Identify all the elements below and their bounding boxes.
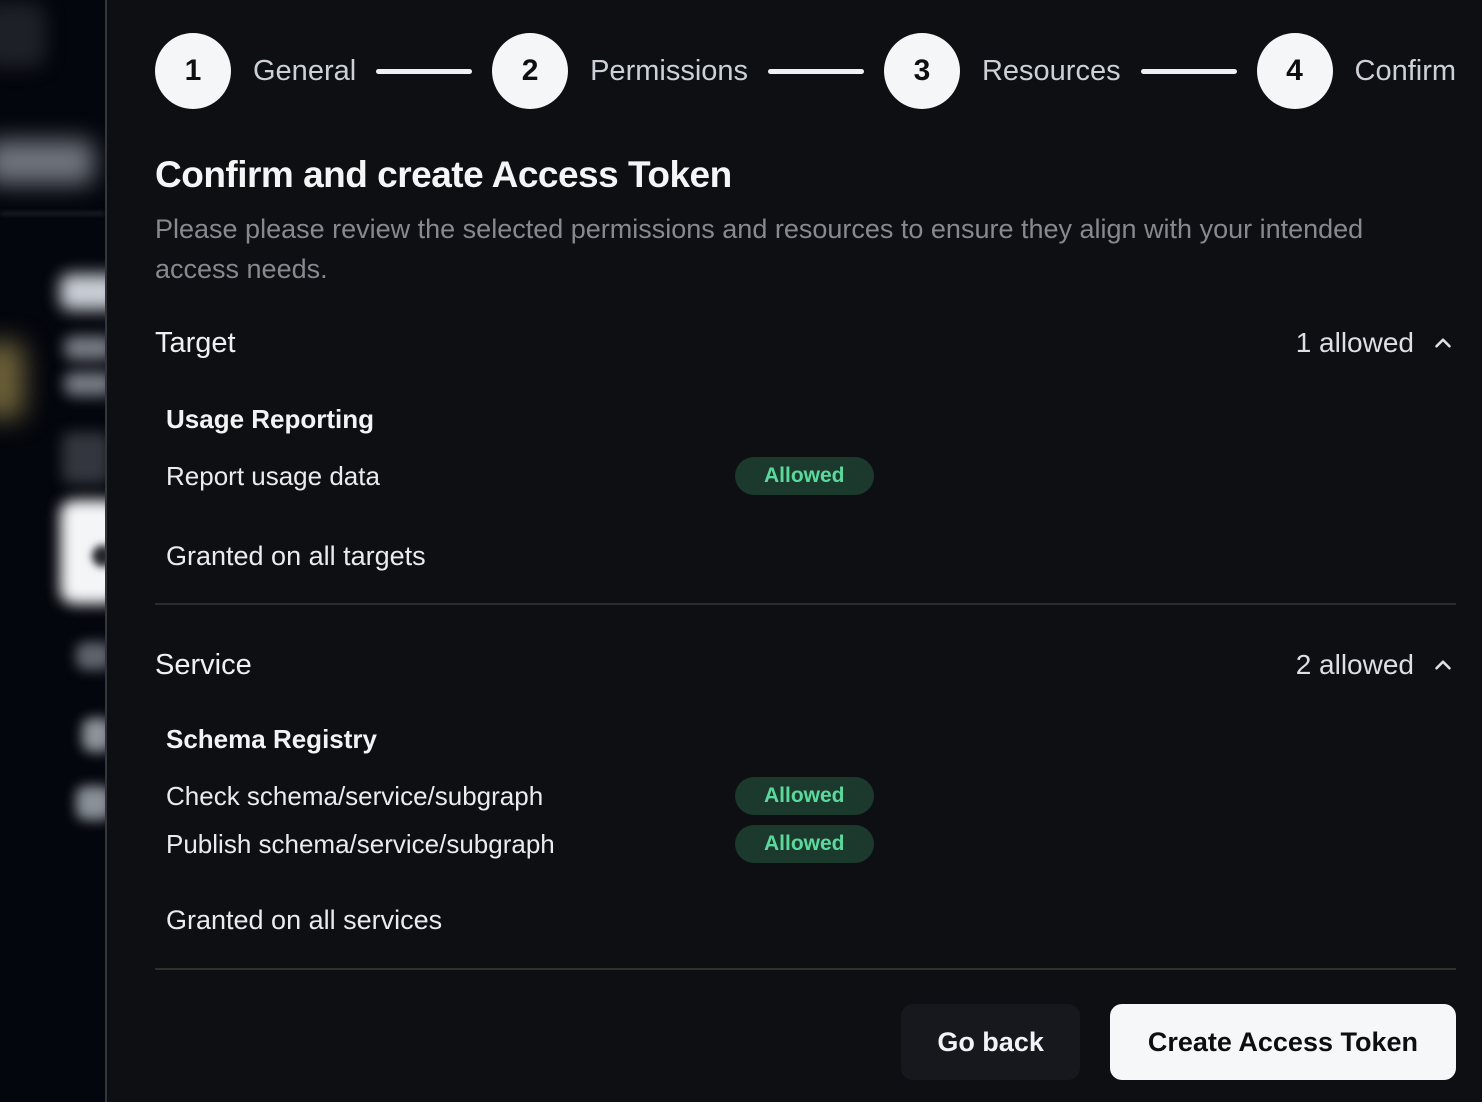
footer-divider — [155, 968, 1456, 970]
background-page-blurred — [0, 0, 105, 1102]
section-header-service: Service 2 allowed — [155, 647, 1456, 683]
stepper-connector — [376, 69, 472, 74]
blurred-nav-text — [0, 140, 94, 184]
step-label: Permissions — [590, 55, 748, 88]
step-label: Resources — [982, 55, 1121, 88]
chevron-up-icon — [1430, 330, 1456, 356]
chevron-up-icon — [1430, 652, 1456, 678]
allowed-count: 1 allowed — [1296, 327, 1414, 359]
service-collapse-toggle[interactable]: 2 allowed — [1296, 649, 1456, 681]
blurred-accent-shape — [0, 342, 24, 418]
stepper-connector — [1141, 69, 1237, 74]
step-label: Confirm — [1355, 55, 1457, 88]
step-resources[interactable]: 3 Resources — [884, 33, 1121, 109]
step-number-circle: 3 — [884, 33, 960, 109]
section-title: Service — [155, 647, 252, 683]
blurred-card — [62, 432, 105, 484]
permission-label: Publish schema/service/subgraph — [166, 829, 735, 860]
step-confirm[interactable]: 4 Confirm — [1257, 33, 1457, 109]
status-badge-allowed: Allowed — [735, 825, 874, 863]
create-access-token-modal: 1 General 2 Permissions 3 Resources 4 Co… — [105, 0, 1482, 1102]
step-label: General — [253, 55, 356, 88]
blurred-list-item — [76, 786, 105, 820]
group-title: Usage Reporting — [166, 403, 1456, 435]
group-title: Schema Registry — [166, 723, 1456, 755]
section-header-target: Target 1 allowed — [155, 325, 1456, 361]
blurred-text-line — [64, 336, 105, 360]
blurred-logo-tile — [0, 2, 46, 68]
page-title: Confirm and create Access Token — [155, 153, 1456, 197]
wizard-stepper: 1 General 2 Permissions 3 Resources 4 Co… — [155, 33, 1456, 109]
status-badge-allowed: Allowed — [735, 457, 874, 495]
status-badge-allowed: Allowed — [735, 777, 874, 815]
step-permissions[interactable]: 2 Permissions — [492, 33, 748, 109]
go-back-button[interactable]: Go back — [901, 1004, 1080, 1080]
step-number-circle: 2 — [492, 33, 568, 109]
blurred-list-item — [82, 718, 105, 752]
screen: 1 General 2 Permissions 3 Resources 4 Co… — [0, 0, 1482, 1102]
permission-row: Check schema/service/subgraph Allowed — [166, 777, 1456, 815]
stepper-connector — [768, 69, 864, 74]
granted-note: Granted on all targets — [166, 539, 1456, 573]
blurred-divider — [0, 212, 105, 215]
create-access-token-button[interactable]: Create Access Token — [1110, 1004, 1456, 1080]
blurred-text-line — [64, 372, 105, 396]
permission-group-usage-reporting: Usage Reporting Report usage data Allowe… — [166, 361, 1456, 495]
permission-label: Check schema/service/subgraph — [166, 781, 735, 812]
granted-note: Granted on all services — [166, 903, 1456, 937]
blurred-list-item — [76, 642, 105, 670]
permission-row: Publish schema/service/subgraph Allowed — [166, 825, 1456, 863]
blurred-heading-text — [60, 274, 105, 310]
section-divider — [155, 603, 1456, 605]
section-title: Target — [155, 325, 236, 361]
step-general[interactable]: 1 General — [155, 33, 356, 109]
step-number-circle: 1 — [155, 33, 231, 109]
page-subtitle: Please please review the selected permis… — [155, 209, 1400, 289]
permission-row: Report usage data Allowed — [166, 457, 1456, 495]
permission-label: Report usage data — [166, 461, 735, 492]
target-collapse-toggle[interactable]: 1 allowed — [1296, 327, 1456, 359]
permission-group-schema-registry: Schema Registry Check schema/service/sub… — [166, 683, 1456, 863]
modal-footer: Go back Create Access Token — [155, 1004, 1456, 1080]
allowed-count: 2 allowed — [1296, 649, 1414, 681]
step-number-circle: 4 — [1257, 33, 1333, 109]
